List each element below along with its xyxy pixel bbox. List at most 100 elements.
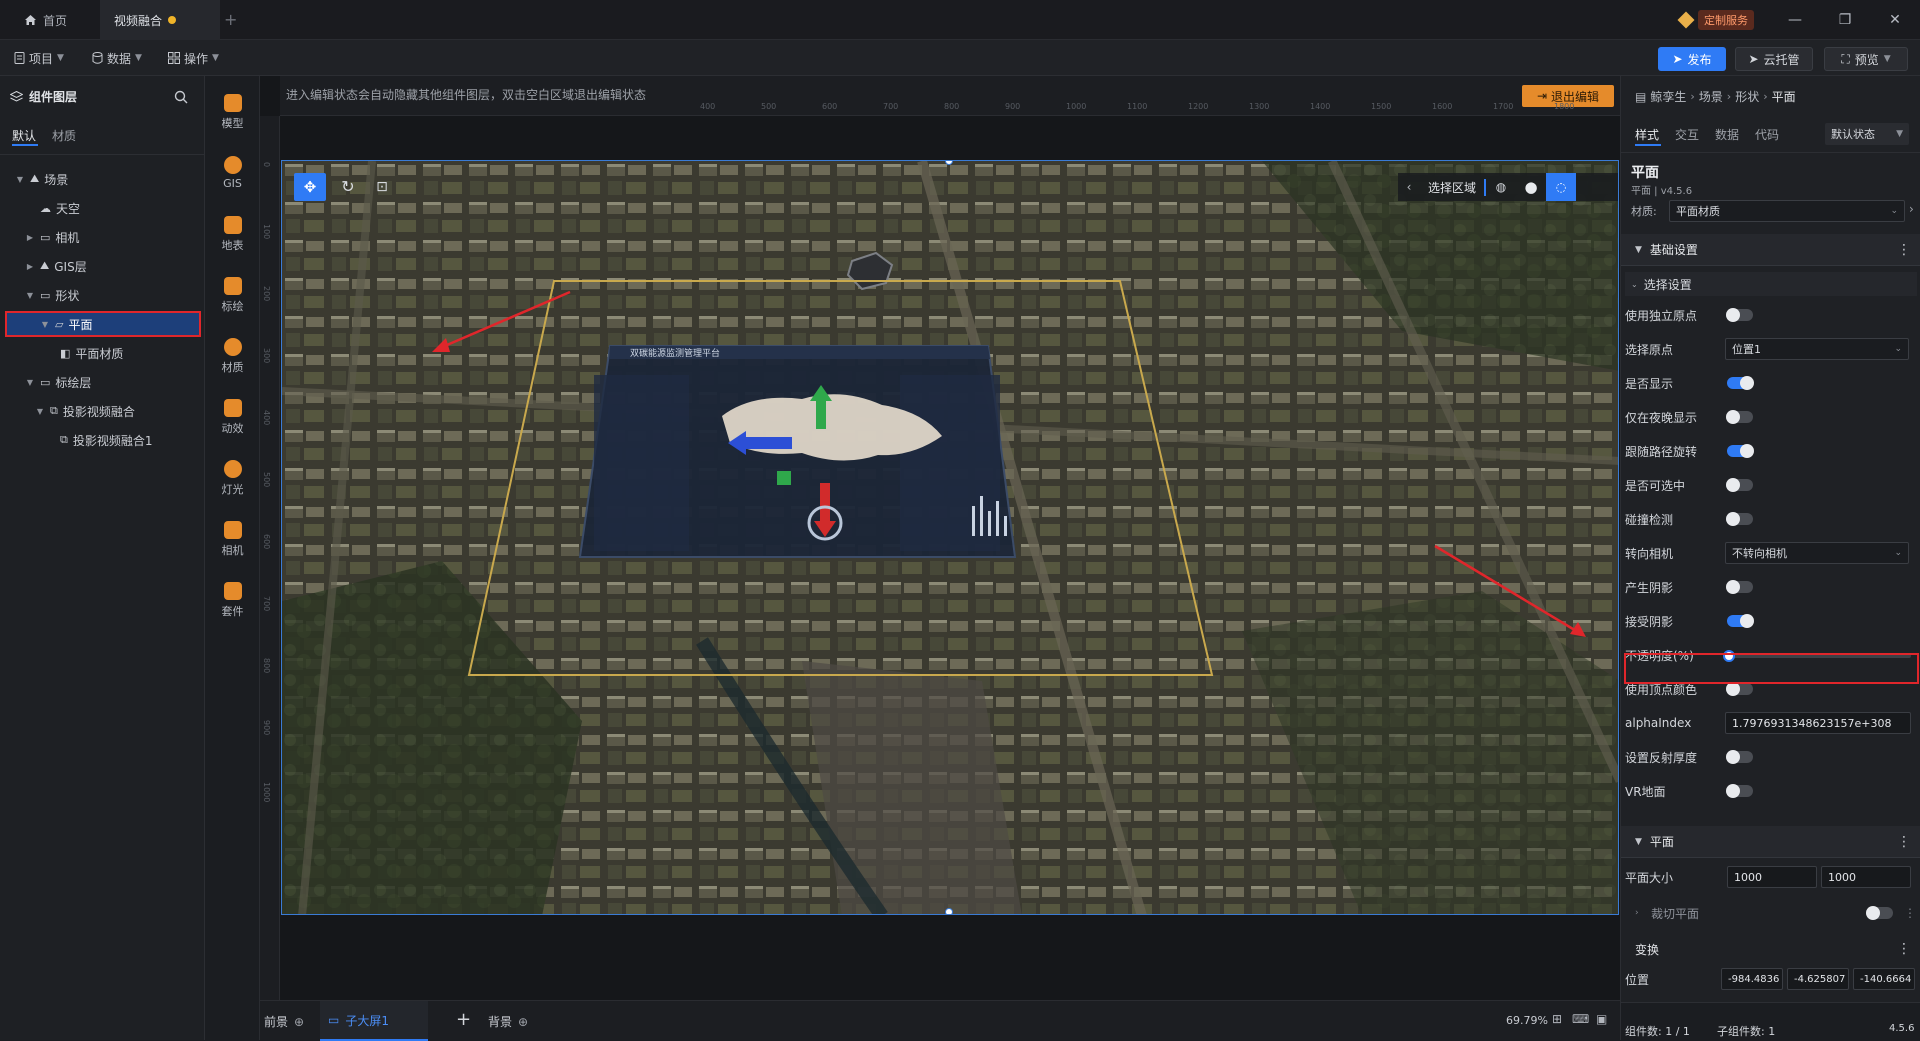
- tab-interaction[interactable]: 交互: [1675, 126, 1699, 143]
- position-z-input[interactable]: -140.6664: [1853, 968, 1915, 990]
- chevron-down-icon[interactable]: ▼: [40, 320, 50, 329]
- status-footer: 组件数: 1 / 1 子组件数: 1 4.5.6: [1621, 1002, 1920, 1040]
- ruler-tick-label: 1500: [1371, 102, 1392, 111]
- add-circle-icon[interactable]: ⊕: [518, 1015, 528, 1029]
- tree-item[interactable]: ◧ 平面材质: [0, 340, 205, 366]
- prop-toggle[interactable]: [1726, 784, 1753, 798]
- tool-model[interactable]: 模型: [205, 84, 260, 140]
- tree-item[interactable]: ⧉ 投影视频融合1: [0, 427, 205, 453]
- add-screen-button[interactable]: +: [456, 1009, 471, 1030]
- menu-data[interactable]: 数据 ▼: [92, 48, 142, 68]
- prop-toggle[interactable]: [1726, 308, 1753, 322]
- transform-row[interactable]: 变换 ⋮: [1621, 932, 1920, 966]
- background-tab[interactable]: 背景 ⊕: [488, 1013, 528, 1030]
- publish-button[interactable]: ➤ 发布: [1658, 47, 1726, 71]
- chevron-right-icon[interactable]: ▶: [25, 262, 35, 271]
- prop-toggle[interactable]: [1726, 512, 1753, 526]
- tab-default[interactable]: 默认: [12, 127, 36, 144]
- resize-handle-bottom[interactable]: [945, 908, 953, 914]
- menu-project[interactable]: 项目 ▼: [14, 48, 64, 68]
- prop-input[interactable]: 1.7976931348623157e+308: [1725, 712, 1911, 734]
- tree-item[interactable]: ▼ ▱ 平面: [5, 311, 201, 337]
- tree-item[interactable]: ▶ ⛰ GIS层: [0, 253, 205, 279]
- preview-button[interactable]: ⛶ 预览 ▼: [1824, 47, 1908, 71]
- ruler-tick-label: 0: [262, 162, 271, 168]
- tree-item[interactable]: ▼ ⛰ 场景: [0, 166, 205, 192]
- add-tab-button[interactable]: +: [224, 10, 237, 29]
- prop-toggle[interactable]: [1727, 614, 1754, 628]
- tree-item-label: 投影视频融合: [62, 404, 135, 419]
- tree-item[interactable]: ▼ ▭ 形状: [0, 282, 205, 308]
- keyboard-icon[interactable]: ⌨: [1572, 1012, 1589, 1026]
- foreground-tab[interactable]: 前景 ⊕: [264, 1013, 304, 1030]
- tab-video-fusion[interactable]: 视频融合: [100, 0, 220, 40]
- chevron-right-icon[interactable]: ›: [1909, 202, 1914, 216]
- prop-select[interactable]: 位置1 ⌄: [1725, 338, 1909, 360]
- tab-style[interactable]: 样式: [1635, 126, 1659, 143]
- breadcrumb-item[interactable]: 平面: [1772, 88, 1796, 105]
- ruler-tick-label: 1000: [262, 782, 271, 803]
- more-icon[interactable]: ⋮: [1897, 941, 1911, 957]
- ruler-tick-label: 1300: [1249, 102, 1270, 111]
- more-icon[interactable]: ⋮: [1897, 242, 1911, 258]
- position-y-input[interactable]: -4.625807: [1787, 968, 1849, 990]
- prop-toggle[interactable]: [1726, 478, 1753, 492]
- material-select[interactable]: 平面材质 ⌄: [1669, 200, 1905, 222]
- close-button[interactable]: ✕: [1884, 10, 1906, 30]
- prop-toggle[interactable]: [1727, 376, 1754, 390]
- tab-home[interactable]: 首页: [10, 0, 81, 40]
- menu-operate[interactable]: 操作 ▼: [168, 48, 219, 68]
- restore-button[interactable]: ❐: [1834, 10, 1856, 30]
- tree-item[interactable]: ▼ ⧉ 投影视频融合: [0, 398, 205, 424]
- position-row: 位置 -984.4836 -4.625807 -140.6664: [1621, 966, 1920, 992]
- fit-screen-icon[interactable]: ⊞: [1552, 1012, 1562, 1026]
- section-plane[interactable]: ▼ 平面 ⋮: [1621, 826, 1920, 858]
- gis-icon: [223, 156, 242, 174]
- chevron-right-icon[interactable]: ▶: [25, 233, 35, 242]
- subsection-select[interactable]: ⌄ 选择设置: [1625, 272, 1917, 296]
- chevron-down-icon[interactable]: ▼: [35, 407, 45, 416]
- tree-item[interactable]: ▶ ▭ 相机: [0, 224, 205, 250]
- prop-toggle[interactable]: [1726, 580, 1753, 594]
- minimize-button[interactable]: —: [1784, 10, 1806, 30]
- more-icon[interactable]: ⋮: [1904, 906, 1916, 920]
- clip-plane-toggle[interactable]: [1866, 906, 1893, 920]
- add-circle-icon[interactable]: ⊕: [294, 1015, 304, 1029]
- prop-toggle[interactable]: [1727, 444, 1754, 458]
- prop-select[interactable]: 不转向相机 ⌄: [1725, 542, 1909, 564]
- prop-toggle[interactable]: [1726, 410, 1753, 424]
- prop-toggle[interactable]: [1726, 750, 1753, 764]
- breadcrumb-item[interactable]: 鲸孪生: [1650, 88, 1686, 105]
- breadcrumb-item[interactable]: 形状: [1735, 88, 1759, 105]
- tab-material[interactable]: 材质: [52, 127, 76, 144]
- menu-data-label: 数据: [107, 51, 132, 66]
- chevron-down-icon[interactable]: ▼: [15, 175, 25, 184]
- tab-active-indicator: [1635, 144, 1661, 146]
- breadcrumb-item[interactable]: 场景: [1699, 88, 1723, 105]
- section-plane-title: 平面: [1649, 835, 1674, 849]
- search-icon[interactable]: [174, 90, 188, 104]
- subscreen-tab[interactable]: ▭ 子大屏1: [320, 1001, 428, 1041]
- tab-code[interactable]: 代码: [1755, 126, 1779, 143]
- chevron-down-icon[interactable]: ▼: [25, 291, 35, 300]
- preview-label: 预览: [1854, 52, 1879, 67]
- state-select[interactable]: 默认状态 ▼: [1825, 123, 1909, 145]
- chevron-down-icon[interactable]: ▼: [25, 378, 35, 387]
- prop-toggle[interactable]: [1726, 682, 1753, 696]
- prop-row: 接受阴影: [1621, 604, 1920, 638]
- section-basic[interactable]: ▼ 基础设置 ⋮: [1621, 234, 1920, 266]
- subscreen-label: 子大屏1: [345, 1013, 389, 1028]
- position-x-input[interactable]: -984.4836: [1721, 968, 1783, 990]
- terminal-icon[interactable]: ▣: [1596, 1012, 1607, 1026]
- toggle-knob: [1740, 376, 1754, 390]
- tab-data[interactable]: 数据: [1715, 126, 1739, 143]
- chevron-right-icon[interactable]: ›: [1635, 908, 1639, 918]
- grid-icon: [168, 52, 180, 64]
- tree-item[interactable]: ☁ 天空: [0, 195, 205, 221]
- custom-service-button[interactable]: 定制服务: [1677, 10, 1754, 30]
- plane-width-input[interactable]: 1000: [1727, 866, 1817, 888]
- more-icon[interactable]: ⋮: [1897, 834, 1911, 850]
- plane-height-input[interactable]: 1000: [1821, 866, 1911, 888]
- cloud-hosting-button[interactable]: ➤ 云托管: [1735, 47, 1813, 71]
- tree-item[interactable]: ▼ ▭ 标绘层: [0, 369, 205, 395]
